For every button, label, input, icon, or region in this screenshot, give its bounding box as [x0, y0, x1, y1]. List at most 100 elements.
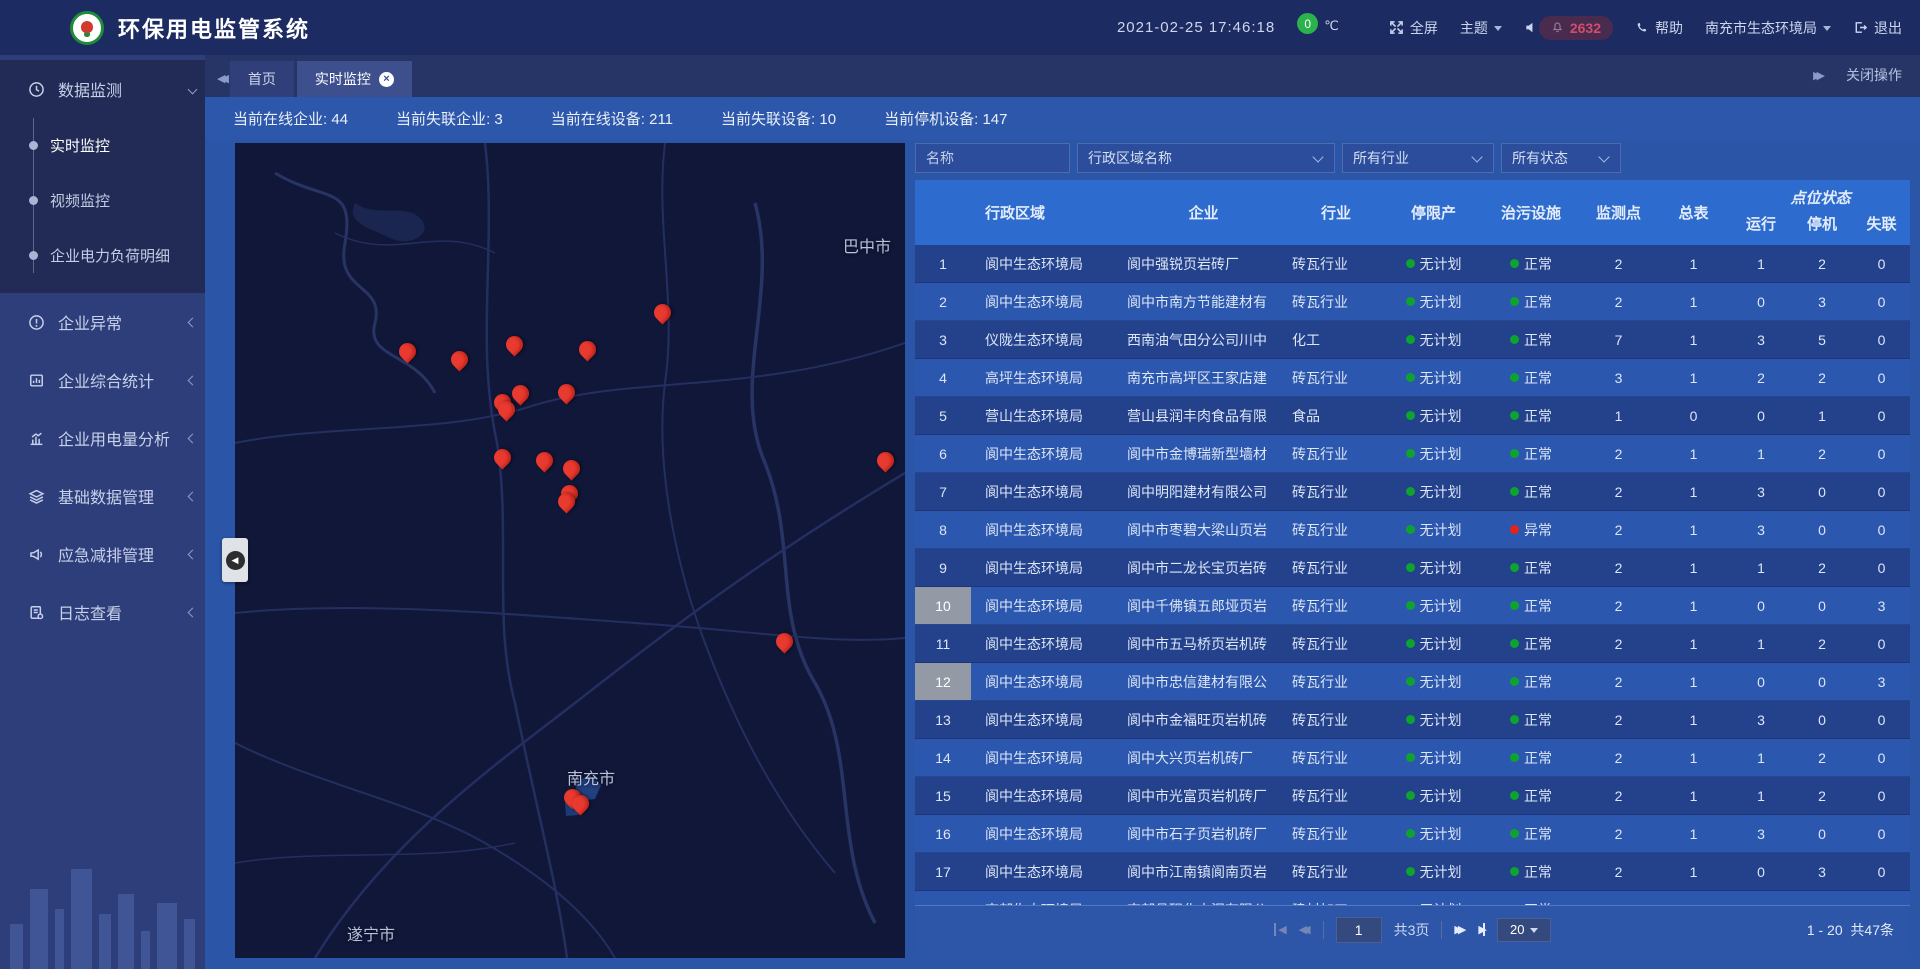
- cell-monitor: 2: [1581, 435, 1656, 472]
- tabs-scroll-left-icon[interactable]: ◀◀: [205, 72, 230, 97]
- cell-monitor: 7: [1581, 321, 1656, 358]
- status-filter-select[interactable]: 所有状态: [1501, 143, 1621, 173]
- logout-button[interactable]: 退出: [1853, 18, 1902, 38]
- table-row[interactable]: 7阆中生态环境局阆中明阳建材有限公司砖瓦行业无计划正常21300: [915, 473, 1910, 511]
- table-row[interactable]: 6阆中生态环境局阆中市金博瑞新型墙材砖瓦行业无计划正常21120: [915, 435, 1910, 473]
- status-text: 正常: [1524, 672, 1552, 692]
- cell-region: 阆中生态环境局: [971, 777, 1121, 814]
- table-row[interactable]: 17阆中生态环境局阆中市江南镇阆南页岩砖瓦行业无计划正常21030: [915, 853, 1910, 891]
- sidebar-item-base-data[interactable]: 基础数据管理: [0, 467, 205, 525]
- chevron-left-icon: ◀: [226, 551, 245, 570]
- status-dot-green: [1406, 487, 1415, 496]
- submenu-item-实时监控[interactable]: 实时监控: [0, 118, 205, 173]
- page-prev-button[interactable]: ◀◀: [1299, 923, 1311, 936]
- region-filter-select[interactable]: 行政区域名称: [1077, 143, 1335, 173]
- temperature-value: 0: [1297, 13, 1318, 34]
- theme-selector[interactable]: 主题: [1460, 18, 1502, 38]
- table-row[interactable]: 15阆中生态环境局阆中市光富页岩机砖厂砖瓦行业无计划正常21120: [915, 777, 1910, 815]
- status-dot-green: [1510, 373, 1519, 382]
- status-text: 无计划: [1420, 748, 1462, 768]
- tabs-scroll-right-icon[interactable]: ▶▶: [1813, 69, 1820, 82]
- row-number: 5: [915, 397, 971, 434]
- fullscreen-button[interactable]: 全屏: [1389, 18, 1438, 38]
- status-dot-green: [1510, 867, 1519, 876]
- alert-icon: [28, 314, 45, 331]
- chevron-down-icon: [1823, 26, 1831, 31]
- status-text: 正常: [1524, 558, 1552, 578]
- cell-run: 3: [1731, 701, 1791, 738]
- cell-region: 阆中生态环境局: [971, 245, 1121, 282]
- table-row[interactable]: 12阆中生态环境局阆中市忠信建材有限公砖瓦行业无计划正常21003: [915, 663, 1910, 701]
- submenu-item-企业电力负荷明细[interactable]: 企业电力负荷明细: [0, 228, 205, 283]
- table-row[interactable]: 9阆中生态环境局阆中市二龙长宝页岩砖砖瓦行业无计划正常21120: [915, 549, 1910, 587]
- table-row[interactable]: 4高坪生态环境局南充市高坪区王家店建砖瓦行业无计划正常31220: [915, 359, 1910, 397]
- org-selector[interactable]: 南充市生态环境局: [1705, 18, 1831, 38]
- map-collapse-button[interactable]: ◀: [222, 538, 248, 582]
- cell-run: 0: [1731, 587, 1791, 624]
- cell-region: 南部生态环境局: [971, 891, 1121, 905]
- status-text: 正常: [1524, 596, 1552, 616]
- cell-facility-status: 正常: [1481, 549, 1581, 586]
- help-button[interactable]: 帮助: [1635, 18, 1683, 38]
- cell-stop: 3: [1791, 853, 1853, 890]
- chevron-down-icon: [1530, 928, 1538, 933]
- cell-run: 3: [1731, 511, 1791, 548]
- table-row[interactable]: 10阆中生态环境局阆中千佛镇五郎垭页岩砖瓦行业无计划正常21003: [915, 587, 1910, 625]
- table-row[interactable]: 1阆中生态环境局阆中强锐页岩砖厂砖瓦行业无计划正常21120: [915, 245, 1910, 283]
- cell-production-status: 无计划: [1386, 815, 1481, 852]
- sidebar-item-log-view[interactable]: 日志查看: [0, 583, 205, 641]
- row-number: 11: [915, 625, 971, 662]
- cell-lost: 0: [1853, 815, 1910, 852]
- table-row[interactable]: 13阆中生态环境局阆中市金福旺页岩机砖砖瓦行业无计划正常21300: [915, 701, 1910, 739]
- status-dot-green: [1406, 791, 1415, 800]
- cell-stop: 2: [1791, 549, 1853, 586]
- submenu-item-视频监控[interactable]: 视频监控: [0, 173, 205, 228]
- map-city-label: 遂宁市: [347, 921, 395, 945]
- sidebar-item-enterprise-statistics[interactable]: 企业综合统计: [0, 351, 205, 409]
- status-dot-green: [1406, 259, 1415, 268]
- status-dot-green: [1510, 259, 1519, 268]
- sidebar-item-emergency-reduction[interactable]: 应急减排管理: [0, 525, 205, 583]
- map-city-label: 南充市: [567, 765, 615, 789]
- tab-home[interactable]: 首页: [230, 61, 294, 97]
- close-operations-button[interactable]: ▶▶ 关闭操作: [1813, 65, 1920, 97]
- cell-facility-status: 正常: [1481, 245, 1581, 282]
- cell-industry: 砖瓦行业: [1286, 853, 1386, 890]
- notification-badge[interactable]: 2632: [1539, 16, 1613, 40]
- status-text: 无计划: [1420, 444, 1462, 464]
- table-row[interactable]: 11阆中生态环境局阆中市五马桥页岩机砖砖瓦行业无计划正常21120: [915, 625, 1910, 663]
- page-last-button[interactable]: ▶: [1478, 923, 1484, 936]
- notification-count: 2632: [1570, 20, 1601, 36]
- table-row[interactable]: 3仪陇生态环境局西南油气田分公司川中化工无计划正常71350: [915, 321, 1910, 359]
- sidebar-item-enterprise-abnormal[interactable]: 企业异常: [0, 293, 205, 351]
- tab-realtime-monitor[interactable]: 实时监控 ×: [297, 61, 412, 97]
- cell-monitor: 2: [1581, 473, 1656, 510]
- map-panel[interactable]: 巴中市南充市遂宁市 ◀: [235, 143, 905, 958]
- cell-run: 1: [1731, 625, 1791, 662]
- table-row[interactable]: 5营山生态环境局营山县润丰肉食品有限食品无计划正常10010: [915, 397, 1910, 435]
- sidebar-item-power-analysis[interactable]: 企业用电量分析: [0, 409, 205, 467]
- page-next-button[interactable]: ▶▶: [1454, 923, 1466, 936]
- name-filter-input[interactable]: [915, 143, 1070, 173]
- table-row[interactable]: 14阆中生态环境局阆中大兴页岩机砖厂砖瓦行业无计划正常21120: [915, 739, 1910, 777]
- cell-total: 1: [1656, 853, 1731, 890]
- sidebar-item-data-monitor[interactable]: 数据监测: [0, 60, 205, 118]
- sidebar-item-label: 日志查看: [58, 600, 122, 624]
- cell-lost: 0: [1853, 321, 1910, 358]
- page-input[interactable]: [1336, 917, 1382, 943]
- table-row[interactable]: 2阆中生态环境局阆中市南方节能建材有砖瓦行业无计划正常21030: [915, 283, 1910, 321]
- table-row[interactable]: 16阆中生态环境局阆中市石子页岩机砖厂砖瓦行业无计划正常21300: [915, 815, 1910, 853]
- page-size-select[interactable]: 20: [1497, 918, 1551, 942]
- page-first-button[interactable]: ◀: [1274, 923, 1286, 936]
- mute-button[interactable]: [1524, 20, 1539, 35]
- status-text: 正常: [1524, 292, 1552, 312]
- tab-close-icon[interactable]: ×: [379, 72, 394, 87]
- table-row[interactable]: 18南部生态环境局南部县砚化水泥有限公建材加工无计划正常20020: [915, 891, 1910, 905]
- status-dot-green: [1406, 677, 1415, 686]
- status-dot-red: [1510, 525, 1519, 534]
- data-table-body: 1阆中生态环境局阆中强锐页岩砖厂砖瓦行业无计划正常211202阆中生态环境局阆中…: [915, 245, 1910, 905]
- table-row[interactable]: 8阆中生态环境局阆中市枣碧大梁山页岩砖瓦行业无计划异常21300: [915, 511, 1910, 549]
- bell-icon: [1551, 21, 1564, 34]
- industry-filter-select[interactable]: 所有行业: [1342, 143, 1494, 173]
- cell-region: 阆中生态环境局: [971, 283, 1121, 320]
